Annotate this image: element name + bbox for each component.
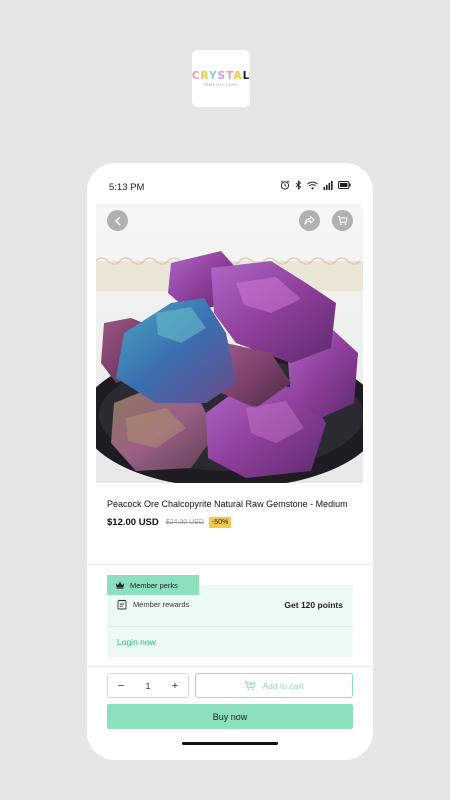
- product-info: Peacock Ore Chalcopyrite Natural Raw Gem…: [107, 499, 357, 528]
- signal-icon: [323, 180, 333, 190]
- member-perks-panel: Member rewards Get 120 points Login now: [107, 585, 353, 657]
- status-time: 5:13 PM: [109, 182, 145, 193]
- current-price: $12.00 USD: [107, 516, 159, 528]
- cart-icon: [337, 216, 348, 226]
- increase-quantity-button[interactable]: +: [168, 680, 182, 692]
- status-icons: [280, 180, 351, 190]
- app-logo-wordmark: CRYSTAL: [191, 70, 251, 82]
- action-divider: [87, 666, 373, 667]
- product-title: Peacock Ore Chalcopyrite Natural Raw Gem…: [107, 499, 348, 509]
- member-perks-tab: Member perks: [107, 575, 199, 595]
- login-now-link[interactable]: Login now: [117, 637, 156, 647]
- app-logo-tagline: JEWELRY CORP: [203, 83, 239, 87]
- crown-icon: [115, 581, 125, 589]
- share-button[interactable]: [299, 210, 320, 231]
- status-bar: 5:13 PM: [87, 163, 373, 203]
- quantity-stepper[interactable]: − 1 +: [107, 673, 189, 698]
- original-price: $24.00 USD: [165, 518, 204, 526]
- cart-button[interactable]: [332, 210, 353, 231]
- app-logo: CRYSTAL JEWELRY CORP: [192, 50, 250, 107]
- price-row: $12.00 USD $24.00 USD -50%: [107, 516, 357, 528]
- member-rewards-row: Member rewards Get 120 points: [117, 599, 343, 610]
- product-image: [96, 203, 363, 483]
- add-to-cart-label: Add to cart: [262, 680, 304, 691]
- rewards-icon: [117, 599, 127, 610]
- back-icon: [114, 216, 120, 225]
- decrease-quantity-button[interactable]: −: [114, 680, 128, 692]
- product-photo: [96, 203, 363, 483]
- share-icon: [304, 216, 315, 225]
- quantity-value[interactable]: 1: [146, 681, 151, 691]
- discount-badge: -50%: [208, 516, 232, 528]
- phone-screen: 5:13 PM Peacock Ore Chalcopyrite Natural…: [87, 163, 373, 760]
- home-indicator[interactable]: [182, 742, 278, 745]
- member-rewards-label: Member rewards: [133, 600, 190, 609]
- wifi-icon: [307, 181, 318, 189]
- bluetooth-icon: [295, 180, 302, 190]
- member-rewards-value: Get 120 points: [284, 599, 343, 610]
- cart-icon: [245, 681, 256, 691]
- back-button[interactable]: [107, 210, 128, 231]
- alarm-icon: [280, 180, 290, 190]
- buy-now-button[interactable]: Buy now: [107, 704, 353, 729]
- battery-icon: [338, 181, 351, 189]
- add-to-cart-button[interactable]: Add to cart: [195, 673, 353, 698]
- section-divider: [87, 564, 373, 565]
- perks-divider: [107, 626, 353, 627]
- member-perks-label: Member perks: [130, 580, 178, 590]
